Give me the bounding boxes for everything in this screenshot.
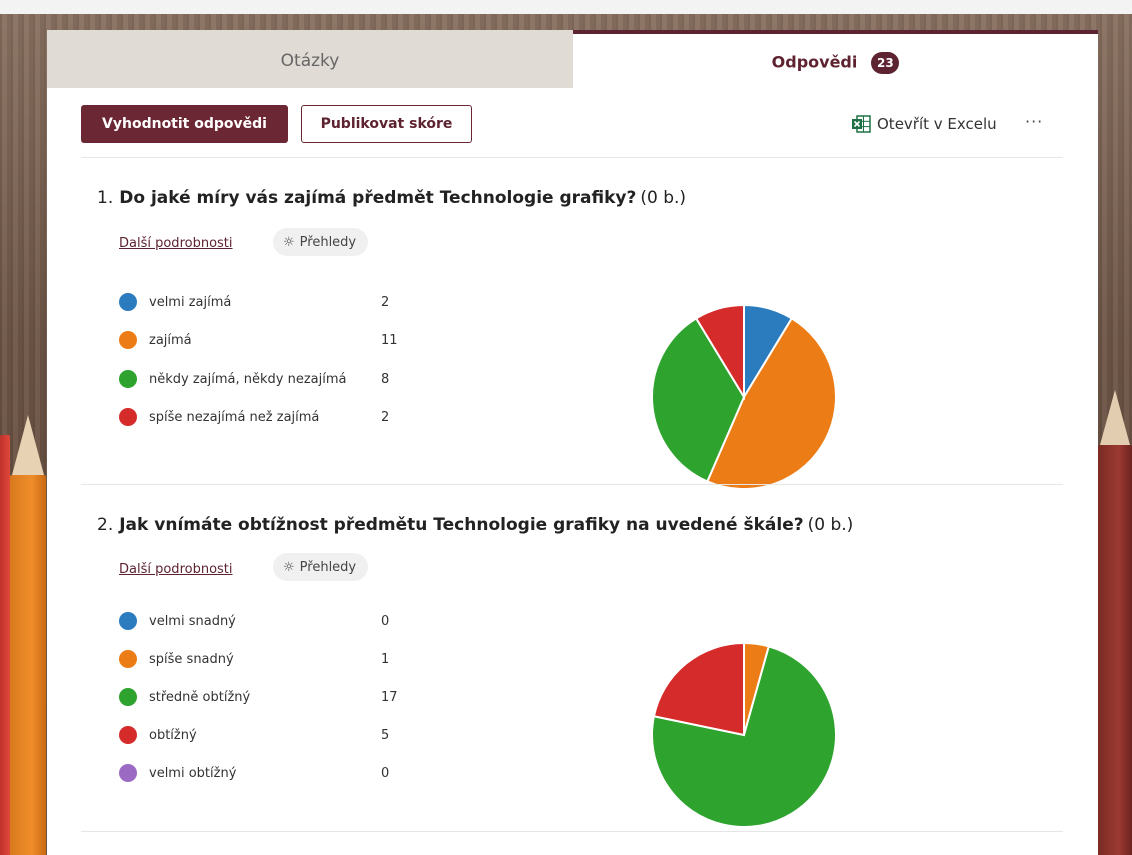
legend-count: 2 [381,294,390,310]
orange-pencil-decoration [10,475,46,855]
legend-item: zajímá 11 [119,330,419,350]
divider [81,484,1063,485]
tab-responses-label: Odpovědi [771,52,858,72]
legend-item: velmi obtížný 0 [119,763,419,783]
legend-dot [119,726,137,744]
legend-label: někdy zajímá, někdy nezajímá [149,371,347,387]
insights-button[interactable]: ☼ Přehledy [273,228,369,256]
legend-count: 0 [381,613,390,629]
legend-item: středně obtížný 17 [119,687,419,707]
question-text: Do jaké míry vás zajímá předmět Technolo… [119,188,637,208]
legend-dot [119,408,137,426]
legend-item: obtížný 5 [119,725,419,745]
pie-chart [651,303,837,490]
legend-label: obtížný [149,727,197,743]
legend-dot [119,688,137,706]
more-options-icon[interactable]: ··· [1025,112,1043,131]
legend-dot [119,650,137,668]
legend-label: středně obtížný [149,689,251,705]
legend-item: spíše nezajímá než zajímá 2 [119,407,419,427]
legend-dot [119,293,137,311]
more-details-link[interactable]: Další podrobnosti [119,236,233,251]
tab-responses[interactable]: Odpovědi 23 [573,30,1098,88]
question-number: 2. [97,515,114,535]
orange-pencil-tip [12,415,44,475]
divider [81,831,1063,832]
lightbulb-icon: ☼ [283,559,295,575]
brown-pencil-decoration [1098,445,1132,855]
insights-label: Přehledy [299,234,357,250]
legend-count: 2 [381,409,390,425]
top-strip [0,0,1132,14]
tab-questions[interactable]: Otázky [47,30,573,88]
excel-icon [852,115,871,133]
more-details-link[interactable]: Další podrobnosti [119,562,233,577]
red-pencil-decoration [0,435,10,855]
question-number: 1. [97,188,114,208]
question-text: Jak vnímáte obtížnost předmětu Technolog… [119,515,804,535]
tab-bar: Otázky Odpovědi 23 [47,30,1098,88]
legend-count: 0 [381,765,390,781]
legend-dot [119,612,137,630]
legend-dot [119,331,137,349]
legend-item: někdy zajímá, někdy nezajímá 8 [119,369,419,389]
legend-item: velmi zajímá 2 [119,292,419,312]
legend-dot [119,370,137,388]
legend-count: 17 [381,689,398,705]
legend-label: velmi zajímá [149,294,232,310]
open-in-excel-label: Otevřít v Excelu [877,115,997,133]
legend-label: spíše snadný [149,651,234,667]
legend-dot [119,764,137,782]
open-in-excel-link[interactable]: Otevřít v Excelu [851,112,997,136]
publish-scores-button[interactable]: Publikovat skóre [301,105,472,143]
legend-count: 5 [381,727,390,743]
divider [81,157,1063,158]
legend-item: spíše snadný 1 [119,649,419,669]
legend-label: velmi obtížný [149,765,237,781]
pie-chart [651,641,837,828]
legend-label: zajímá [149,332,192,348]
legend-count: 1 [381,651,390,667]
responses-count-badge: 23 [871,51,900,74]
lightbulb-icon: ☼ [283,234,295,250]
question-2: 2. Jak vnímáte obtížnost předmětu Technol… [97,515,1057,845]
legend-count: 8 [381,371,390,387]
brown-pencil-tip [1100,390,1130,445]
legend-label: velmi snadný [149,613,236,629]
evaluate-responses-button[interactable]: Vyhodnotit odpovědi [81,105,288,143]
insights-label: Přehledy [299,559,357,575]
question-1: 1. Do jaké míry vás zajímá předmět Techno… [97,188,1057,490]
question-points: (0 b.) [807,515,854,535]
question-title: 1. Do jaké míry vás zajímá předmět Techno… [97,188,1057,208]
legend-count: 11 [381,332,398,348]
form-panel: Otázky Odpovědi 23 Vyhodnotit odpovědi Pu… [47,30,1098,855]
insights-button[interactable]: ☼ Přehledy [273,553,369,581]
legend-label: spíše nezajímá než zajímá [149,409,320,425]
question-points: (0 b.) [640,188,687,208]
question-title: 2. Jak vnímáte obtížnost předmětu Technol… [97,515,1057,535]
legend-item: velmi snadný 0 [119,611,419,631]
